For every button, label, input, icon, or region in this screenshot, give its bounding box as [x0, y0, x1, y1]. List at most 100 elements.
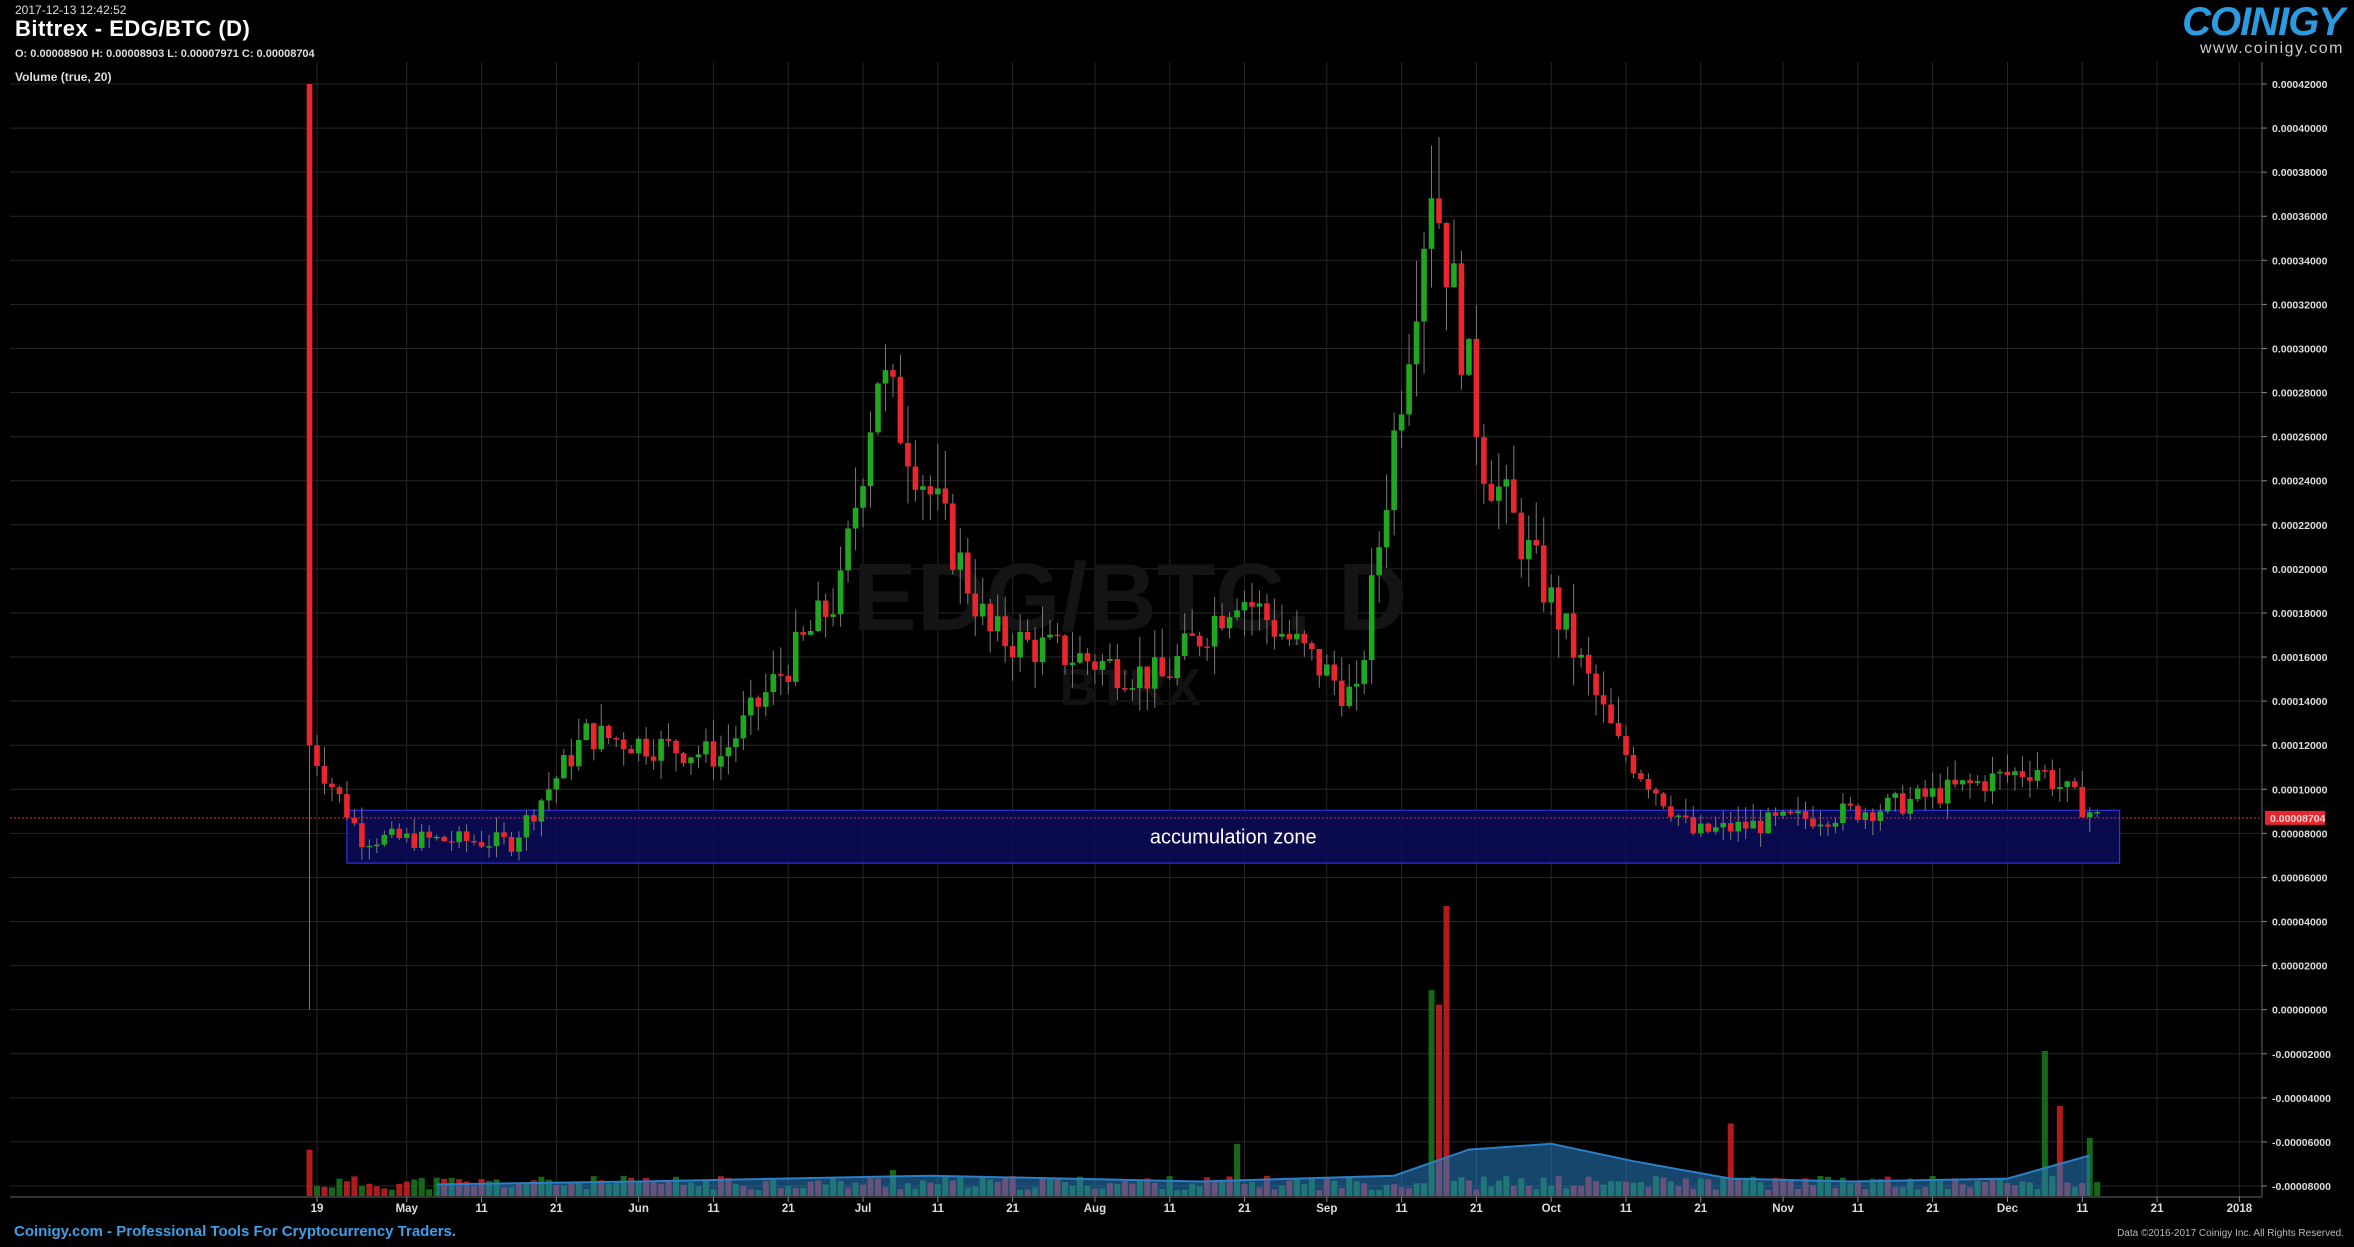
- candle-body: [1615, 723, 1622, 737]
- price-tick-label: 0.00032000: [2272, 299, 2328, 311]
- candle-body: [1436, 198, 1442, 223]
- candle-body: [2034, 770, 2041, 781]
- candle-body: [359, 823, 365, 848]
- time-tick-label: 21: [1470, 1203, 1483, 1215]
- candle-body: [605, 725, 612, 739]
- time-tick-label: 2018: [2227, 1203, 2253, 1215]
- candle-body: [1166, 676, 1173, 679]
- price-tick-label: 0.00002000: [2272, 961, 2328, 973]
- candle-body: [658, 738, 664, 761]
- candle-body: [957, 552, 964, 570]
- candle-body: [1032, 639, 1038, 663]
- candle-body: [2012, 771, 2018, 776]
- candle-body: [1338, 680, 1345, 707]
- candle-body: [1256, 603, 1263, 607]
- candle-body: [1668, 806, 1674, 817]
- logo-wordmark: COINIGY: [2182, 0, 2345, 44]
- volume-bar: [411, 1179, 418, 1196]
- candle-body: [1054, 634, 1061, 637]
- candle: [1458, 251, 1465, 390]
- candle: [950, 493, 956, 575]
- candle-body: [1249, 602, 1255, 607]
- time-tick-label: 11: [932, 1203, 945, 1215]
- candle-body: [1720, 823, 1727, 828]
- candle-body: [418, 831, 425, 848]
- time-tick-label: 11: [707, 1203, 720, 1215]
- candle-body: [2072, 781, 2078, 787]
- candle-body: [590, 723, 597, 750]
- candle-body: [1638, 773, 1644, 780]
- candle-body: [1361, 659, 1367, 684]
- candle-body: [1997, 771, 2003, 774]
- candle-body: [1548, 587, 1554, 603]
- candle-body: [1503, 479, 1510, 487]
- candle-body: [314, 745, 320, 767]
- candle-body: [905, 442, 911, 467]
- candle-body: [1069, 662, 1076, 666]
- price-tick-label: 0.00026000: [2272, 432, 2328, 444]
- time-tick-label: 11: [2076, 1203, 2089, 1215]
- price-tick-label: 0.00014000: [2272, 696, 2328, 708]
- candle-body: [1062, 635, 1068, 666]
- candle-body: [763, 692, 769, 707]
- volume-bar: [388, 1189, 395, 1196]
- zone-label: accumulation zone: [1150, 827, 1317, 849]
- volume-bar: [336, 1178, 343, 1196]
- price-chart[interactable]: EDG/BTC, D BTRX accumulation zone 0.0000…: [0, 0, 2354, 1247]
- candle-body: [1683, 815, 1689, 817]
- candle-body: [1047, 634, 1053, 638]
- candle-body: [576, 739, 582, 767]
- candle: [1855, 803, 1861, 823]
- candle-body: [673, 740, 679, 754]
- candle-body: [523, 815, 530, 838]
- candle-body: [478, 842, 485, 847]
- candle-body: [1466, 338, 1472, 375]
- candle-body: [665, 738, 672, 741]
- candle-body: [1481, 437, 1487, 484]
- price-axis: 0.00042000 0.00040000 0.00038000 0.00036000…: [2261, 62, 2331, 1197]
- volume-bar: [2094, 1182, 2101, 1196]
- candle-body: [770, 674, 777, 693]
- candle-body: [1144, 666, 1151, 689]
- candle-body: [725, 747, 732, 757]
- volume-bar: [306, 1149, 313, 1196]
- candle-body: [1600, 695, 1607, 705]
- coinigy-logo[interactable]: COINIGY www.coinigy.com: [2182, 0, 2345, 58]
- price-tick-label: 0.00042000: [2272, 79, 2328, 91]
- candle-body: [493, 832, 500, 847]
- time-tick-label: Aug: [1084, 1203, 1106, 1215]
- candle-body: [710, 741, 717, 767]
- candle-body: [1750, 820, 1756, 829]
- candle-body: [1196, 635, 1203, 647]
- candle-body: [583, 723, 590, 740]
- candle-body: [1353, 683, 1360, 687]
- price-tick-label: -0.00004000: [2272, 1093, 2331, 1105]
- candle-body: [1840, 803, 1846, 823]
- candle-body: [336, 787, 343, 795]
- candle-body: [1219, 615, 1225, 629]
- candle-body: [389, 828, 395, 835]
- candle-body: [1795, 811, 1801, 814]
- candle-body: [1009, 646, 1016, 658]
- candle-body: [486, 846, 492, 848]
- candle-body: [1301, 633, 1308, 644]
- candle-body: [1982, 781, 1988, 791]
- candle-body: [1832, 822, 1839, 827]
- footer-tagline[interactable]: Coinigy.com - Professional Tools For Cry…: [14, 1223, 456, 1240]
- candle-body: [1331, 664, 1338, 681]
- candle-body: [1137, 666, 1143, 689]
- candle-body: [2019, 771, 2026, 778]
- time-tick-label: 21: [1926, 1203, 1939, 1215]
- candle-body: [1511, 479, 1517, 513]
- candle-body: [1525, 540, 1532, 560]
- candle-body: [1623, 736, 1629, 755]
- candle-body: [822, 600, 829, 617]
- candle-body: [2004, 771, 2011, 776]
- time-tick-label: 11: [1164, 1203, 1177, 1215]
- candle-body: [1406, 364, 1412, 415]
- volume-indicator-label[interactable]: Volume (true, 20): [15, 70, 111, 84]
- candle-body: [1937, 788, 1943, 804]
- candle-body: [852, 507, 859, 529]
- candle-body: [441, 836, 447, 842]
- candle-body: [882, 370, 889, 384]
